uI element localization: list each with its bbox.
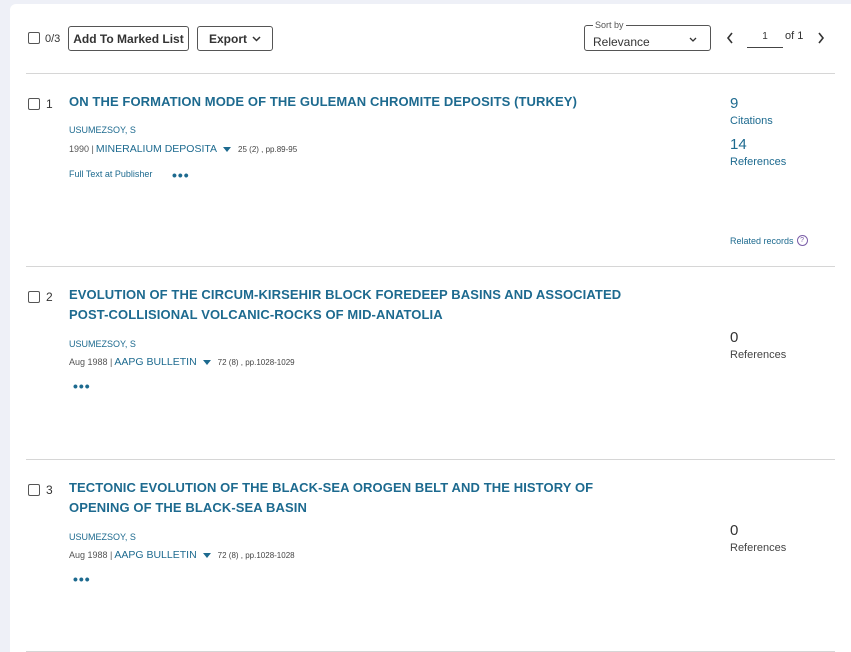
record-source: 1990 | MINERALIUM DEPOSITA 25 (2) , pp.8… — [69, 143, 297, 155]
record-title[interactable]: EVOLUTION OF THE CIRCUM-KIRSEHIR BLOCK F… — [69, 285, 649, 325]
record-index: 3 — [46, 483, 53, 497]
chevron-down-icon — [252, 35, 261, 42]
record-source: Aug 1988 | AAPG BULLETIN 72 (8) , pp.102… — [69, 356, 295, 368]
record-checkbox[interactable] — [28, 291, 40, 303]
help-icon[interactable]: ? — [796, 235, 808, 246]
more-options-icon[interactable]: ••• — [73, 572, 91, 586]
more-options-icon[interactable]: ••• — [73, 379, 91, 393]
chevron-down-icon — [689, 37, 697, 42]
related-records-label: Related records — [730, 235, 794, 246]
results-panel: 0/3 Add To Marked List Export Sort by Re… — [10, 4, 851, 652]
record-checkbox[interactable] — [28, 484, 40, 496]
add-to-marked-list-button[interactable]: Add To Marked List — [68, 26, 189, 51]
export-button[interactable]: Export — [197, 26, 273, 51]
record-date: 1990 | — [69, 144, 94, 154]
export-label: Export — [208, 31, 247, 46]
record-checkbox[interactable] — [28, 98, 40, 110]
sort-by-select[interactable]: Sort by Relevance — [584, 20, 711, 51]
caret-down-icon[interactable] — [202, 552, 211, 558]
record-title[interactable]: ON THE FORMATION MODE OF THE GULEMAN CHR… — [69, 92, 649, 112]
page-number-input[interactable]: 1 — [747, 31, 783, 48]
caret-down-icon[interactable] — [223, 146, 232, 152]
previous-page-icon[interactable] — [726, 32, 734, 44]
page-total: of 1 — [785, 30, 804, 42]
select-all-checkbox[interactable] — [28, 32, 40, 44]
references-count: 0 — [730, 329, 739, 346]
record-journal[interactable]: AAPG BULLETIN — [114, 356, 196, 368]
add-to-marked-list-label: Add To Marked List — [73, 31, 184, 46]
record-volume: 72 (8) , pp.1028-1029 — [217, 357, 295, 367]
record-date: Aug 1988 | — [69, 357, 113, 367]
sort-by-label: Sort by — [593, 20, 626, 30]
record-date: Aug 1988 | — [69, 550, 113, 560]
full-text-link[interactable]: Full Text at Publisher — [69, 169, 152, 179]
record-volume: 25 (2) , pp.89-95 — [238, 144, 298, 154]
divider — [26, 266, 835, 267]
more-options-icon[interactable]: ••• — [172, 168, 190, 182]
citations-label[interactable]: Citations — [730, 115, 773, 127]
record-author[interactable]: USUMEZSOY, S — [69, 125, 136, 135]
sort-by-value: Relevance — [593, 35, 650, 49]
related-records-link[interactable]: Related records ? — [730, 235, 808, 246]
references-label[interactable]: References — [730, 156, 786, 168]
divider — [26, 73, 835, 74]
record-index: 2 — [46, 290, 53, 304]
references-label: References — [730, 349, 787, 361]
record-volume: 72 (8) , pp.1028-1028 — [217, 550, 295, 560]
references-count: 0 — [730, 522, 739, 539]
record-source: Aug 1988 | AAPG BULLETIN 72 (8) , pp.102… — [69, 549, 295, 561]
divider — [26, 459, 835, 460]
references-label: References — [730, 542, 787, 554]
record-author[interactable]: USUMEZSOY, S — [69, 532, 136, 542]
selected-count: 0/3 — [45, 33, 61, 45]
record-journal[interactable]: MINERALIUM DEPOSITA — [96, 143, 217, 155]
next-page-icon[interactable] — [817, 32, 825, 44]
references-count[interactable]: 14 — [730, 136, 747, 153]
record-author[interactable]: USUMEZSOY, S — [69, 339, 136, 349]
record-journal[interactable]: AAPG BULLETIN — [114, 549, 196, 561]
caret-down-icon[interactable] — [202, 359, 211, 365]
record-index: 1 — [46, 97, 53, 111]
citations-count[interactable]: 9 — [730, 95, 738, 112]
record-title[interactable]: TECTONIC EVOLUTION OF THE BLACK-SEA OROG… — [69, 478, 649, 518]
